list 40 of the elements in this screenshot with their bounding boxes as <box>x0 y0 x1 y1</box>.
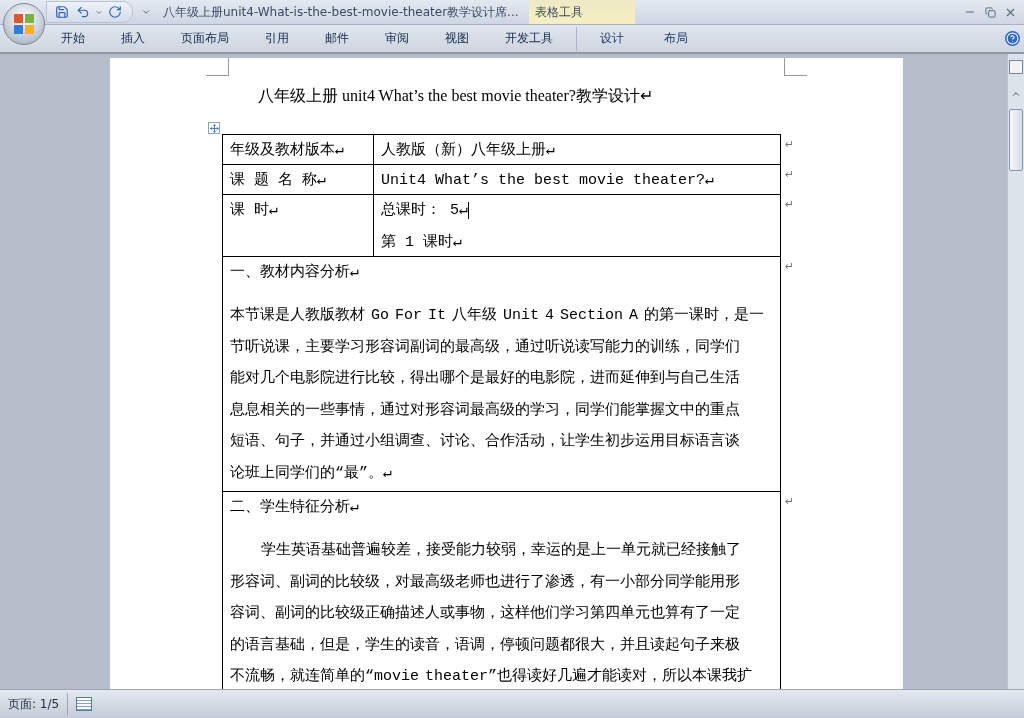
ribbon-tab[interactable]: 开发工具 <box>492 26 566 51</box>
ribbon-tab[interactable]: 插入 <box>108 26 158 51</box>
ribbon-tab[interactable]: 视图 <box>432 26 482 51</box>
table-cell: 总课时： 5↵ 第 1 课时↵ <box>373 194 781 256</box>
ribbon-tab[interactable]: 布局 <box>651 26 701 51</box>
table-cell: 人教版（新）八年级上册↵ <box>373 134 781 164</box>
text-cursor <box>468 201 470 219</box>
table-cell: 年级及教材版本↵ <box>222 134 373 164</box>
row-end-mark: ↵ <box>785 495 795 508</box>
table-move-icon[interactable] <box>208 122 220 134</box>
table-status-icon[interactable] <box>76 697 93 711</box>
office-logo-icon <box>13 13 35 35</box>
page-count[interactable]: 页面: 1/5 <box>0 693 69 715</box>
table-cell: Unit4 What’s the best movie theater?↵ <box>373 164 781 194</box>
ribbon-tab[interactable]: 审阅 <box>372 26 422 51</box>
table-cell: 课 时↵ <box>222 194 373 256</box>
ribbon-tab[interactable]: 设计 <box>587 26 637 51</box>
save-icon[interactable] <box>53 3 71 21</box>
scroll-thumb[interactable] <box>1009 109 1023 171</box>
crop-mark <box>206 58 229 76</box>
vertical-scrollbar[interactable] <box>1007 54 1024 689</box>
row-end-mark: ↵ <box>785 198 795 211</box>
crop-mark <box>784 58 807 76</box>
ribbon-tab[interactable]: 邮件 <box>312 26 362 51</box>
redo-icon[interactable] <box>106 3 124 21</box>
contextual-group-label: 表格工具 <box>534 3 583 21</box>
table-cell: 一、教材内容分析↵ 本节课是人教版教材 Go For It 八年级 Unit 4 Section A 的第一课时，是一 节听说课，主要学习形容词副词的最高级，通过听说读写能力的训练，同学们 能对几个电影院进行比较，得出哪个是最好的电影院，进而延伸到与自己生活 息息相关的一些事情，通过对形容词最高级的学习，同学们能掌握文中的重点 短语、句子，并通过小组调查、讨论、合作活动，让学生初步运用目标语言谈 论班上同学们的“最”。↵ <box>222 256 781 491</box>
row-end-mark: ↵ <box>785 260 795 273</box>
ribbon-tab[interactable]: 引用 <box>252 26 302 51</box>
table-cell: 课 题 名 称↵ <box>222 164 373 194</box>
ruler-toggle-icon[interactable] <box>1009 60 1023 74</box>
office-button[interactable] <box>3 3 45 45</box>
help-icon[interactable] <box>1005 31 1020 46</box>
restore-icon[interactable] <box>982 4 998 20</box>
row-end-mark: ↵ <box>785 138 795 151</box>
row-end-mark: ↵ <box>785 168 795 181</box>
window-title: 八年级上册unit4-What-is-the-best-movie-theater教学设计席... <box>163 3 519 21</box>
ribbon-tab[interactable]: 开始 <box>48 26 98 51</box>
ribbon-tab[interactable]: 页面布局 <box>168 26 242 51</box>
document-title: 八年级上册 unit4 What’s the best movie theater?教学设计↵ <box>258 86 654 106</box>
